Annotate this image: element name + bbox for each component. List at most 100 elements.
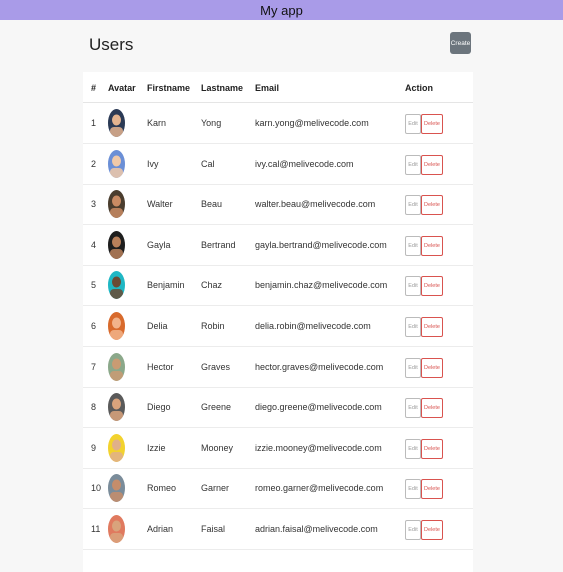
lastname-cell: Graves: [201, 361, 231, 372]
table-row: 5 Benjamin Chaz benjamin.chaz@melivecode.co…: [83, 265, 473, 307]
email-cell: gayla.bertrand@melivecode.com: [255, 239, 387, 250]
table-row: 3 Walter Beau walter.beau@melivecode.com Edi…: [83, 184, 473, 226]
delete-button[interactable]: Delete: [421, 276, 443, 297]
delete-button[interactable]: Delete: [421, 398, 443, 419]
edit-button[interactable]: Edit: [405, 195, 421, 216]
row-number: 5: [91, 280, 97, 291]
row-number: 7: [91, 361, 97, 372]
row-number: 1: [91, 118, 97, 128]
email-cell: karn.yong@melivecode.com: [255, 118, 369, 128]
table-row: 7 Hector Graves hector.graves@melivecode.co…: [83, 347, 473, 388]
email-cell: adrian.faisal@melivecode.com: [255, 524, 378, 534]
table-row: 1 Karn Yong karn.yong@melivecode.com Edit Del…: [83, 103, 473, 144]
avatar: [108, 474, 125, 503]
header-lastname: Lastname: [201, 83, 244, 93]
avatar: [108, 393, 125, 422]
edit-button[interactable]: Edit: [405, 114, 421, 134]
email-cell: izzie.mooney@melivecode.com: [255, 442, 382, 453]
avatar: [108, 190, 125, 219]
header-action: Action: [405, 83, 433, 93]
avatar: [108, 312, 125, 340]
table-row: 10 Romeo Garner romeo.garner@melivecode.com…: [83, 468, 473, 510]
email-cell: benjamin.chaz@melivecode.com: [255, 280, 388, 291]
edit-button[interactable]: Edit: [405, 154, 421, 175]
row-number: 6: [91, 321, 97, 331]
delete-button[interactable]: Delete: [421, 357, 443, 378]
lastname-cell: Beau: [201, 199, 223, 210]
edit-button[interactable]: Edit: [405, 398, 421, 419]
header-email: Email: [255, 83, 280, 93]
firstname-cell: Benjamin: [147, 280, 185, 291]
header-firstname: Firstname: [147, 83, 191, 93]
delete-button[interactable]: Delete: [421, 154, 443, 175]
delete-button[interactable]: Delete: [421, 114, 443, 134]
row-number: 8: [91, 402, 97, 413]
edit-button[interactable]: Edit: [405, 276, 421, 297]
row-number: 2: [91, 158, 97, 169]
lastname-cell: Robin: [201, 321, 225, 331]
create-button[interactable]: Create: [450, 32, 471, 54]
edit-button[interactable]: Edit: [405, 520, 421, 540]
email-cell: walter.beau@melivecode.com: [255, 199, 376, 210]
email-cell: delia.robin@melivecode.com: [255, 321, 371, 331]
edit-button[interactable]: Edit: [405, 357, 421, 378]
table-row: 8 Diego Greene diego.greene@melivecode.com E…: [83, 387, 473, 429]
lastname-cell: Faisal: [201, 524, 226, 534]
avatar: [108, 271, 125, 300]
row-number: 11: [91, 524, 101, 534]
firstname-cell: Diego: [147, 402, 171, 413]
table-row: 2 Ivy Cal ivy.cal@melivecode.com Edit Delete: [83, 144, 473, 185]
row-number: 4: [91, 239, 97, 250]
page-title: Users: [89, 35, 134, 54]
header-avatar: Avatar: [108, 83, 136, 93]
avatar: [108, 515, 125, 543]
row-number: 9: [91, 442, 97, 453]
avatar: [108, 149, 125, 178]
firstname-cell: Gayla: [147, 239, 171, 250]
firstname-cell: Karn: [147, 118, 167, 128]
edit-button[interactable]: Edit: [405, 317, 421, 337]
delete-button[interactable]: Delete: [421, 235, 443, 256]
table-row: 11 Adrian Faisal adrian.faisal@melivecode.c…: [83, 509, 473, 550]
email-cell: ivy.cal@melivecode.com: [255, 158, 354, 169]
lastname-cell: Chaz: [201, 280, 223, 291]
app-title: My app: [260, 2, 303, 18]
firstname-cell: Adrian: [147, 524, 174, 534]
table-header: # Avatar Firstname Lastname Email Action: [83, 72, 473, 103]
header-num: #: [91, 83, 97, 93]
edit-button[interactable]: Edit: [405, 235, 421, 256]
table-row: 6 Delia Robin delia.robin@melivecode.com Edi…: [83, 306, 473, 347]
delete-button[interactable]: Delete: [421, 317, 443, 337]
table-row: 9 Izzie Mooney izzie.mooney@melivecode.com E…: [83, 428, 473, 469]
lastname-cell: Mooney: [201, 442, 234, 453]
firstname-cell: Walter: [147, 199, 173, 210]
lastname-cell: Greene: [201, 402, 232, 413]
avatar: [108, 109, 125, 137]
email-cell: romeo.garner@melivecode.com: [255, 483, 384, 494]
lastname-cell: Yong: [201, 118, 222, 128]
avatar: [108, 433, 125, 462]
users-table: # Avatar Firstname Lastname Email Action…: [83, 72, 473, 572]
table-row: 4 Gayla Bertrand gayla.bertrand@melivecode.…: [83, 225, 473, 266]
delete-button[interactable]: Delete: [421, 520, 443, 540]
avatar: [108, 230, 125, 259]
app-header: My app: [0, 0, 563, 20]
avatar: [108, 352, 125, 381]
edit-button[interactable]: Edit: [405, 438, 421, 459]
row-number: 3: [91, 199, 97, 210]
row-number: 10: [91, 483, 102, 494]
firstname-cell: Ivy: [147, 158, 159, 169]
email-cell: hector.graves@melivecode.com: [255, 361, 384, 372]
edit-button[interactable]: Edit: [405, 479, 421, 500]
firstname-cell: Izzie: [147, 442, 166, 453]
lastname-cell: Garner: [201, 483, 230, 494]
delete-button[interactable]: Delete: [421, 195, 443, 216]
lastname-cell: Cal: [201, 158, 215, 169]
firstname-cell: Delia: [147, 321, 168, 331]
lastname-cell: Bertrand: [201, 239, 236, 250]
firstname-cell: Hector: [147, 361, 174, 372]
email-cell: diego.greene@melivecode.com: [255, 402, 382, 413]
delete-button[interactable]: Delete: [421, 479, 443, 500]
firstname-cell: Romeo: [147, 483, 177, 494]
delete-button[interactable]: Delete: [421, 438, 443, 459]
